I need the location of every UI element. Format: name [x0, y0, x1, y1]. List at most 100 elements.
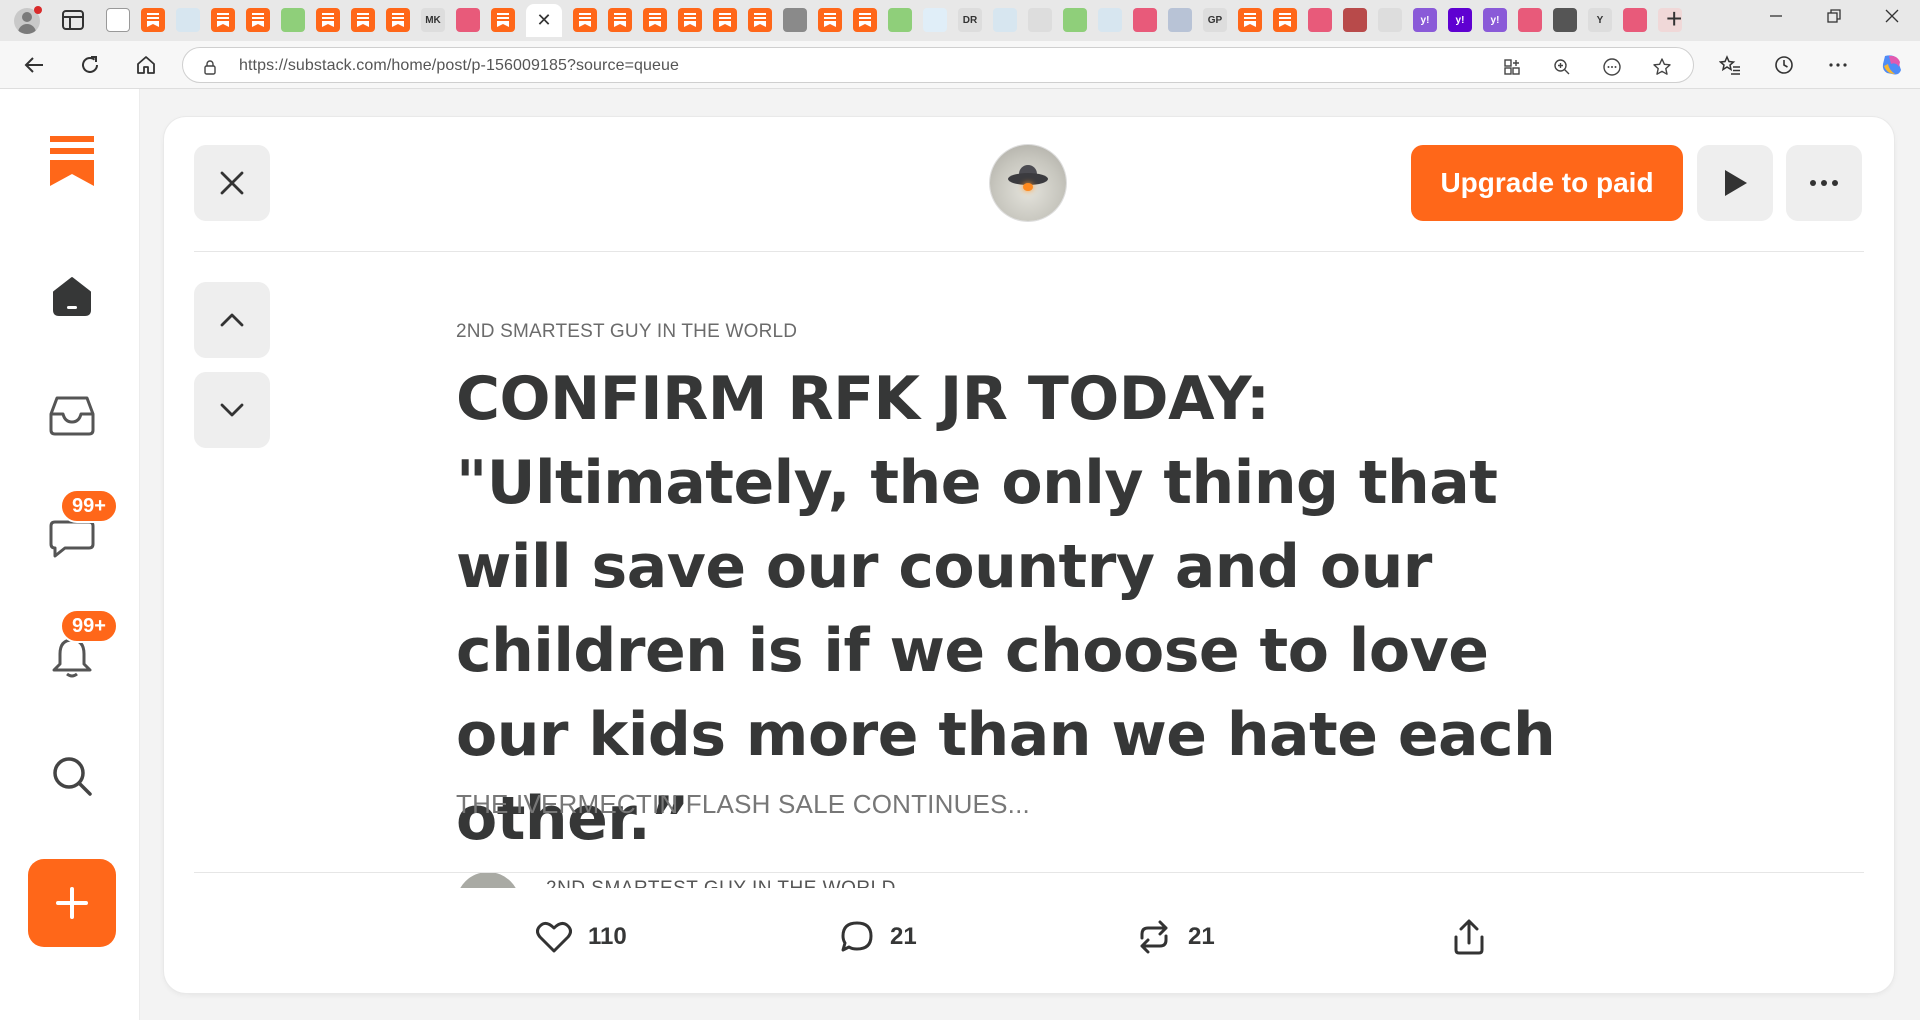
tab-news-icon[interactable] — [1168, 8, 1192, 32]
tab-health-icon[interactable] — [176, 8, 200, 32]
tab-substack-icon[interactable] — [386, 8, 410, 32]
tab-list: MK ✕ DR GP y! y! y! Y — [106, 4, 1682, 37]
minimize-icon[interactable] — [1768, 8, 1784, 29]
read-aloud-icon[interactable] — [1601, 56, 1623, 78]
tab-play-icon[interactable] — [888, 8, 912, 32]
upgrade-to-paid-button[interactable]: Upgrade to paid — [1411, 145, 1683, 221]
tab-substack-icon[interactable] — [491, 8, 515, 32]
tab-play-icon[interactable] — [1063, 8, 1087, 32]
tab-search-icon[interactable] — [923, 8, 947, 32]
tab-gp-icon[interactable]: GP — [1203, 8, 1227, 32]
tab-substack-icon[interactable] — [246, 8, 270, 32]
tab-substack-icon[interactable] — [608, 8, 632, 32]
author-avatar[interactable] — [456, 872, 520, 888]
browser-tab-strip: MK ✕ DR GP y! y! y! Y + — [0, 0, 1920, 41]
tab-yahoo-icon[interactable]: y! — [1413, 8, 1437, 32]
play-audio-button[interactable] — [1697, 145, 1773, 221]
comment-count: 21 — [890, 923, 917, 950]
inbox-nav-icon[interactable] — [40, 384, 104, 448]
tab-substack-icon[interactable] — [818, 8, 842, 32]
close-post-button[interactable] — [194, 145, 270, 221]
home-icon[interactable] — [132, 51, 160, 79]
comment-button[interactable]: 21 — [840, 912, 917, 962]
restack-icon — [1140, 920, 1168, 954]
previous-post-button[interactable] — [194, 282, 270, 358]
tab-yahoo-icon[interactable]: y! — [1483, 8, 1507, 32]
tab-photo-icon[interactable] — [783, 8, 807, 32]
tab-substack-icon[interactable] — [351, 8, 375, 32]
tab-yahoo-icon[interactable]: y! — [1448, 8, 1472, 32]
tab-page-icon[interactable] — [106, 8, 130, 32]
heart-icon — [536, 921, 572, 953]
tab-substack-icon[interactable] — [1238, 8, 1262, 32]
tab-youtube-icon[interactable] — [1518, 8, 1542, 32]
footer-divider — [194, 872, 1864, 873]
close-window-icon[interactable] — [1884, 8, 1900, 29]
search-nav-icon[interactable] — [40, 744, 104, 808]
header-divider — [194, 251, 1864, 252]
refresh-icon[interactable] — [76, 51, 104, 79]
substack-sidebar: 99+ 99+ — [0, 89, 140, 1020]
chevron-up-icon — [220, 313, 244, 327]
tab-youtube-icon[interactable] — [1623, 8, 1647, 32]
messages-badge: 99+ — [60, 489, 118, 523]
tab-substack-icon[interactable] — [643, 8, 667, 32]
zoom-icon[interactable] — [1551, 56, 1573, 78]
tab-substack-icon[interactable] — [1273, 8, 1297, 32]
tab-substack-icon[interactable] — [573, 8, 597, 32]
tab-bird-icon[interactable] — [1028, 8, 1052, 32]
tab-youtube-icon[interactable] — [1308, 8, 1332, 32]
app-available-icon[interactable] — [1501, 56, 1523, 78]
tab-youtube-icon[interactable] — [456, 8, 480, 32]
tab-mk-icon[interactable]: MK — [421, 8, 445, 32]
address-bar[interactable]: https://substack.com/home/post/p-1560091… — [182, 47, 1694, 83]
restack-count: 21 — [1188, 923, 1215, 950]
restack-button[interactable]: 21 — [1136, 912, 1215, 962]
tab-play-icon[interactable] — [281, 8, 305, 32]
more-options-button[interactable] — [1786, 145, 1862, 221]
back-icon[interactable] — [20, 51, 48, 79]
notifications-badge: 99+ — [60, 609, 118, 643]
tab-substack-icon[interactable] — [211, 8, 235, 32]
browser-toolbar: https://substack.com/home/post/p-1560091… — [0, 41, 1920, 89]
tab-substack-icon[interactable] — [141, 8, 165, 32]
post-title: CONFIRM RFK JR TODAY: "Ultimately, the o… — [456, 364, 1556, 854]
favorites-icon[interactable] — [1716, 51, 1744, 79]
comment-icon — [841, 921, 873, 952]
tab-y-icon[interactable]: Y — [1588, 8, 1612, 32]
tab-health-icon[interactable] — [1098, 8, 1122, 32]
tab-book-icon[interactable] — [1343, 8, 1367, 32]
settings-more-icon[interactable] — [1824, 51, 1852, 79]
like-button[interactable]: 110 — [536, 912, 627, 962]
favorite-star-icon[interactable] — [1651, 56, 1673, 78]
url-text[interactable]: https://substack.com/home/post/p-1560091… — [239, 57, 679, 75]
profile-notification-dot — [34, 6, 42, 14]
tab-substack-icon[interactable] — [853, 8, 877, 32]
restore-icon[interactable] — [1826, 8, 1842, 29]
tab-dr-icon[interactable]: DR — [958, 8, 982, 32]
byline: 2ND SMARTEST GUY IN THE WORLD — [456, 852, 1156, 888]
tab-substack-icon[interactable] — [713, 8, 737, 32]
tab-substack-icon[interactable] — [316, 8, 340, 32]
tab-substack-icon[interactable] — [748, 8, 772, 32]
home-nav-icon[interactable] — [40, 264, 104, 328]
tab-substack-icon[interactable] — [678, 8, 702, 32]
compose-button[interactable] — [28, 859, 116, 947]
like-count: 110 — [588, 923, 627, 950]
publication-name[interactable]: 2ND SMARTEST GUY IN THE WORLD — [456, 321, 797, 343]
tab-youtube-icon[interactable] — [1133, 8, 1157, 32]
tab-bird-icon[interactable] — [1378, 8, 1402, 32]
tab-circle-icon[interactable] — [1553, 8, 1577, 32]
tab-health-icon[interactable] — [993, 8, 1017, 32]
substack-logo-icon[interactable] — [40, 129, 104, 193]
author-name[interactable]: 2ND SMARTEST GUY IN THE WORLD — [546, 878, 896, 888]
new-tab-button[interactable]: + — [1666, 3, 1682, 35]
history-icon[interactable] — [1770, 51, 1798, 79]
active-tab-close-icon[interactable]: ✕ — [526, 4, 562, 37]
lock-icon[interactable] — [199, 56, 221, 78]
next-post-button[interactable] — [194, 372, 270, 448]
tab-actions-icon[interactable] — [62, 10, 84, 30]
share-button[interactable] — [1453, 912, 1485, 962]
publication-avatar[interactable] — [990, 145, 1066, 221]
copilot-icon[interactable] — [1878, 51, 1906, 79]
